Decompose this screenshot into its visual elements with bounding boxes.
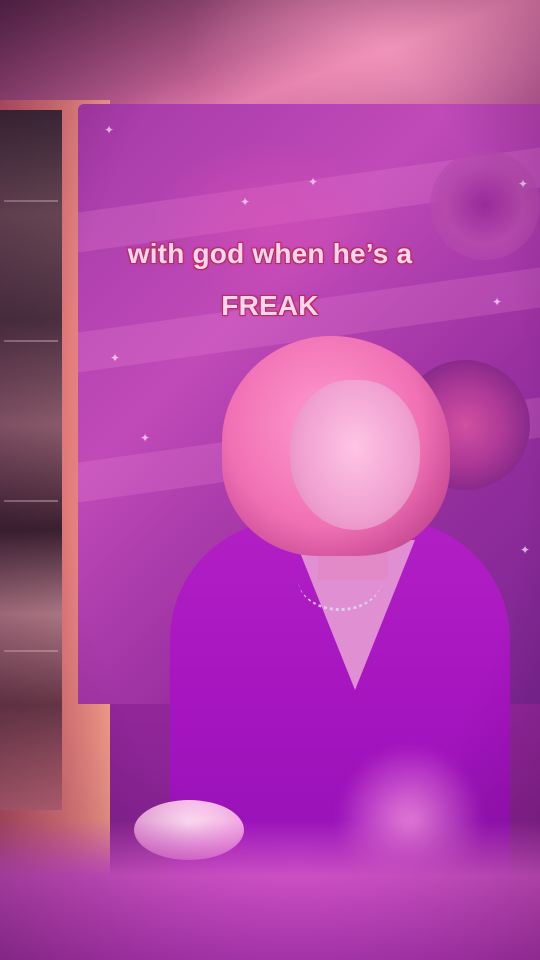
wall-posters [0, 110, 62, 810]
tapestry-heart [150, 140, 390, 300]
star-icon: ✦ [110, 351, 121, 365]
caption-line-1: with god when he’s a [127, 238, 413, 269]
bed [0, 820, 540, 960]
star-icon: ✦ [104, 123, 115, 137]
star-icon: ✦ [140, 431, 151, 445]
star-icon: ✦ [518, 177, 529, 191]
necklace [298, 548, 382, 611]
caption-line-2: FREAK [221, 290, 319, 321]
star-icon: ✦ [520, 543, 531, 557]
video-frame: ✦ ✦ ✦ ✦ ✦ ✦ ✦ ✦ ✦ with god when he’s a F… [0, 0, 540, 960]
smiling-face [290, 380, 420, 530]
star-icon: ✦ [308, 175, 319, 189]
star-icon: ✦ [240, 195, 251, 209]
